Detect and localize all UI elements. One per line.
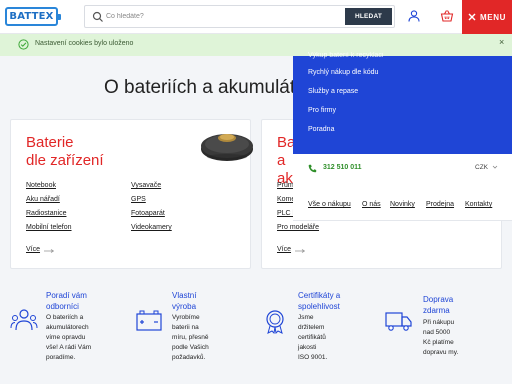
link-pro-modelare[interactable]: Pro modeláře <box>277 224 319 231</box>
search-bar: HLEDAT <box>84 5 395 28</box>
certificate-badge-icon <box>266 310 284 334</box>
feature-title-line: Vlastní <box>172 291 197 300</box>
feature-desc-line: poradíme. <box>46 354 76 361</box>
arrow-right-icon <box>295 249 305 253</box>
header: BATTEX HLEDAT MENU <box>0 0 512 34</box>
feature-title-line: odborníci <box>46 302 79 311</box>
more-link[interactable]: Více <box>26 246 40 253</box>
link-kontakty[interactable]: Kontakty <box>465 201 492 208</box>
feature-desc-line: Kč platíme <box>423 339 454 346</box>
search-input[interactable] <box>106 8 326 25</box>
feature-desc-line: vše! A rádi Vám <box>46 344 92 351</box>
feature-desc-line: O bateriích a <box>46 314 84 321</box>
battery-icon <box>136 310 162 331</box>
arrow-right-icon <box>44 249 54 253</box>
battex-logo[interactable]: BATTEX <box>5 7 61 26</box>
feature-title: Poradí vám odborníci <box>46 290 87 312</box>
more-link[interactable]: Více <box>277 246 291 253</box>
cookie-notice-close[interactable]: × <box>499 37 504 47</box>
feature-desc-line: akumulátorech <box>46 324 89 331</box>
link-mobilni-telefon[interactable]: Mobilní telefon <box>26 224 72 231</box>
feature-desc-line: nad 5000 <box>423 329 451 336</box>
link-prodejna[interactable]: Prodejna <box>426 201 454 208</box>
basket-icon[interactable] <box>440 9 454 23</box>
link-vse-o-nakupu[interactable]: Vše o nákupu <box>308 201 351 208</box>
category-card-devices: Baterie dle zařízení Notebook Aku nářadí… <box>10 119 253 269</box>
menu-dropdown-footer: 312 510 011 CZK Vše o nákupu O nás Novin… <box>293 154 512 221</box>
main-menu-dropdown: Výkup baterií k recyklaci Rychlý nákup d… <box>293 52 512 154</box>
menu-item-pro-firmy[interactable]: Pro firmy <box>308 107 336 114</box>
link-videokamery[interactable]: Videokamery <box>131 224 172 231</box>
feature-desc-line: dopravu my. <box>423 349 459 356</box>
feature-desc-line: míru, přesně <box>172 334 209 341</box>
feature-title-line: Doprava <box>423 295 454 304</box>
feature-desc-line: držitelem <box>298 324 325 331</box>
feature-title: Certifikáty a spolehlivost <box>298 290 340 312</box>
feature-desc: O bateriích a akumulátorech víme opravdu… <box>46 313 91 363</box>
card-title-line1: Baterie <box>26 134 74 151</box>
menu-item-rychly-nakup[interactable]: Rychlý nákup dle kódu <box>308 69 378 76</box>
link-gps[interactable]: GPS <box>131 196 146 203</box>
feature-desc-line: ISO 9001. <box>298 354 328 361</box>
delivery-truck-icon <box>385 312 412 331</box>
search-icon <box>92 11 103 22</box>
user-icon[interactable] <box>407 9 421 23</box>
robot-vacuum-image <box>201 134 253 161</box>
menu-item-sluzby[interactable]: Služby a repase <box>308 88 358 95</box>
phone-icon <box>308 164 317 173</box>
cookie-notice: Nastavení cookies bylo uloženo × <box>0 34 512 56</box>
menu-button[interactable]: MENU <box>462 0 512 34</box>
link-fotoaparat[interactable]: Fotoaparát <box>131 210 165 217</box>
feature-desc: Při nákupu nad 5000 Kč platíme dopravu m… <box>423 318 458 358</box>
menu-item-poradna[interactable]: Poradna <box>308 126 334 133</box>
feature-desc: Jsme držitelem certifikátů jakosti ISO 9… <box>298 313 327 363</box>
menu-label: MENU <box>480 12 506 22</box>
experts-icon <box>10 309 38 331</box>
feature-desc-line: Při nákupu <box>423 319 455 326</box>
link-radiostanice[interactable]: Radiostanice <box>26 210 66 217</box>
feature-title-line: Poradí vám <box>46 291 87 300</box>
feature-desc-line: podle Vašich <box>172 344 209 351</box>
feature-title-line: zdarma <box>423 306 450 315</box>
logo-text: BATTEX <box>9 11 54 22</box>
currency-select[interactable]: CZK <box>475 164 488 171</box>
link-o-nas[interactable]: O nás <box>362 201 381 208</box>
feature-title-line: výroba <box>172 302 197 311</box>
feature-title-line: spolehlivost <box>298 302 340 311</box>
card-title-line2: dle zařízení <box>26 152 104 169</box>
feature-desc-line: baterii na <box>172 324 199 331</box>
cookie-notice-text: Nastavení cookies bylo uloženo <box>35 40 134 47</box>
logo-battery-nub <box>57 14 61 20</box>
feature-desc-line: Jsme <box>298 314 314 321</box>
link-aku-naradi[interactable]: Aku nářadí <box>26 196 60 203</box>
feature-desc-line: požadavků. <box>172 354 206 361</box>
feature-desc: Vyrobíme baterii na míru, přesně podle V… <box>172 313 209 363</box>
feature-desc-line: víme opravdu <box>46 334 86 341</box>
close-icon <box>468 13 476 21</box>
link-novinky[interactable]: Novinky <box>390 201 415 208</box>
search-button[interactable]: HLEDAT <box>345 8 392 25</box>
chevron-down-icon[interactable] <box>492 164 498 170</box>
check-circle-icon <box>18 39 29 50</box>
feature-title-line: Certifikáty a <box>298 291 341 300</box>
feature-desc-line: Vyrobíme <box>172 314 200 321</box>
feature-title: Doprava zdarma <box>423 294 453 316</box>
feature-title: Vlastní výroba <box>172 290 196 312</box>
feature-desc-line: jakosti <box>298 344 317 351</box>
feature-desc-line: certifikátů <box>298 334 326 341</box>
card-title[interactable]: Baterie dle zařízení <box>26 134 104 170</box>
link-notebook[interactable]: Notebook <box>26 182 56 189</box>
menu-item-vykup[interactable]: Výkup baterií k recyklaci <box>308 52 383 59</box>
link-vysavace[interactable]: Vysavače <box>131 182 161 189</box>
phone-number[interactable]: 312 510 011 <box>323 164 362 171</box>
